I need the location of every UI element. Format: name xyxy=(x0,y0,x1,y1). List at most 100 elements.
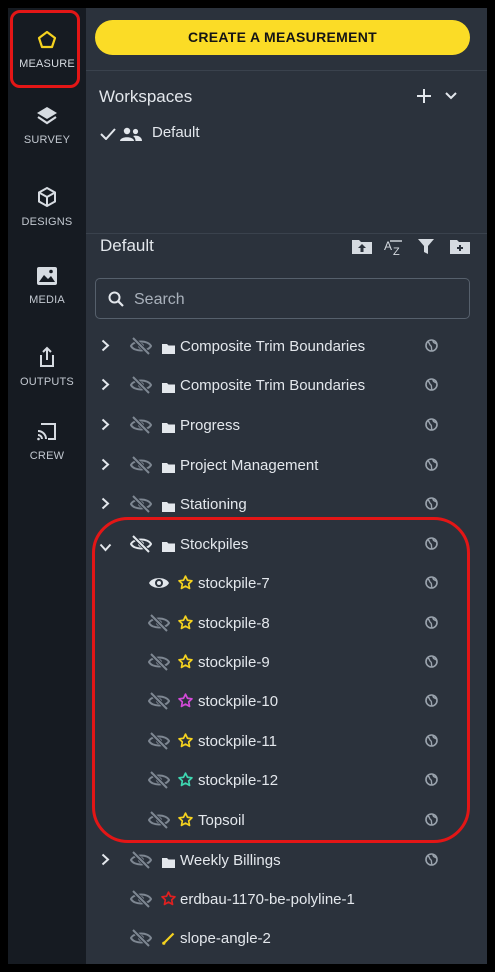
eye-off-icon[interactable] xyxy=(147,810,171,834)
eye-off-icon[interactable] xyxy=(147,770,171,794)
nav-label: MEDIA xyxy=(29,294,65,306)
eye-off-icon[interactable] xyxy=(129,928,153,952)
layer-label: slope-angle-2 xyxy=(180,930,271,947)
chevron-down-icon[interactable] xyxy=(445,92,457,100)
globe-icon[interactable] xyxy=(425,734,438,752)
eye-off-icon[interactable] xyxy=(129,375,153,399)
new-folder-icon[interactable] xyxy=(450,238,470,254)
globe-icon[interactable] xyxy=(425,773,438,791)
layer-label: stockpile-8 xyxy=(198,615,270,632)
globe-icon[interactable] xyxy=(425,537,438,555)
nav-label: SURVEY xyxy=(23,134,71,146)
layer-label: erdbau-1170-be-polyline-1 xyxy=(180,891,355,908)
workspace-name: Default xyxy=(152,124,200,141)
chevron-right-icon[interactable] xyxy=(101,418,110,436)
layer-row[interactable]: erdbau-1170-be-polyline-1 xyxy=(86,880,487,919)
slope-icon xyxy=(162,932,175,950)
filter-icon[interactable] xyxy=(418,239,434,254)
layer-row[interactable]: Stockpiles xyxy=(86,525,487,564)
globe-icon[interactable] xyxy=(425,655,438,673)
check-icon xyxy=(100,128,116,140)
pentagon-icon xyxy=(37,30,57,49)
nav-media[interactable]: MEDIA xyxy=(8,266,86,336)
layer-row[interactable]: Composite Trim Boundaries xyxy=(86,366,487,405)
workspace-item-default[interactable]: Default xyxy=(100,123,400,147)
app-frame: MEASURE SURVEY DESIGNS MEDIA OUTPUTS CRE… xyxy=(8,8,487,964)
layer-row[interactable]: stockpile-8 xyxy=(86,604,487,643)
globe-icon[interactable] xyxy=(425,616,438,634)
layer-label: Progress xyxy=(180,417,241,434)
layer-row[interactable]: stockpile-9 xyxy=(86,643,487,682)
nav-outputs[interactable]: OUTPUTS xyxy=(8,346,86,416)
nav-label: MEASURE xyxy=(19,58,75,70)
search-box xyxy=(95,278,470,320)
add-workspace-icon[interactable] xyxy=(417,89,431,103)
sort-az-icon[interactable]: AZ xyxy=(384,238,404,256)
eye-off-icon[interactable] xyxy=(129,534,153,558)
globe-icon[interactable] xyxy=(425,458,438,476)
eye-off-icon[interactable] xyxy=(129,415,153,439)
nav-crew[interactable]: CREW xyxy=(8,420,86,490)
globe-icon[interactable] xyxy=(425,694,438,712)
layer-row[interactable]: Topsoil xyxy=(86,801,487,840)
globe-icon[interactable] xyxy=(425,853,438,871)
share-icon xyxy=(40,346,54,367)
stockpile-icon xyxy=(178,575,193,595)
create-measurement-button[interactable]: CREATE A MEASUREMENT xyxy=(95,20,470,55)
layer-row[interactable]: stockpile-10 xyxy=(86,682,487,721)
folder-icon xyxy=(162,855,175,873)
layer-row[interactable]: Stationing xyxy=(86,485,487,524)
nav-rail: MEASURE SURVEY DESIGNS MEDIA OUTPUTS CRE… xyxy=(8,8,86,964)
folder-icon xyxy=(162,499,175,517)
nav-label: DESIGNS xyxy=(21,216,73,228)
layer-row[interactable]: stockpile-12 xyxy=(86,761,487,800)
layer-row[interactable]: Project Management xyxy=(86,446,487,485)
globe-icon[interactable] xyxy=(425,418,438,436)
eye-off-icon[interactable] xyxy=(129,494,153,518)
layer-row[interactable]: stockpile-7 xyxy=(86,564,487,603)
chevron-right-icon[interactable] xyxy=(101,497,110,515)
globe-icon[interactable] xyxy=(425,576,438,594)
eye-off-icon[interactable] xyxy=(147,652,171,676)
layers-icon xyxy=(37,107,57,125)
layer-row[interactable]: slope-angle-2 xyxy=(86,919,487,958)
eye-icon[interactable] xyxy=(148,574,170,597)
layer-row[interactable]: Progress xyxy=(86,406,487,445)
globe-icon[interactable] xyxy=(425,813,438,831)
stockpile-icon xyxy=(178,615,193,635)
search-input[interactable] xyxy=(132,279,456,320)
layer-label: Weekly Billings xyxy=(180,852,281,869)
nav-survey[interactable]: SURVEY xyxy=(8,106,86,176)
layer-label: Project Management xyxy=(180,457,319,474)
nav-designs[interactable]: DESIGNS xyxy=(8,186,86,256)
globe-icon[interactable] xyxy=(425,339,438,357)
polygon-icon xyxy=(161,891,176,911)
layer-row[interactable]: stockpile-11 xyxy=(86,722,487,761)
nav-measure[interactable]: MEASURE xyxy=(8,30,86,100)
stockpile-icon xyxy=(178,772,193,792)
globe-icon[interactable] xyxy=(425,378,438,396)
eye-off-icon[interactable] xyxy=(147,613,171,637)
chevron-right-icon[interactable] xyxy=(101,378,110,396)
layer-label: Composite Trim Boundaries xyxy=(180,338,366,355)
layer-row[interactable]: Composite Trim Boundaries xyxy=(86,327,487,366)
cast-icon xyxy=(37,423,56,441)
chevron-down-icon[interactable] xyxy=(99,539,112,557)
layer-label: Stationing xyxy=(180,496,247,513)
layer-label: stockpile-9 xyxy=(198,654,270,671)
eye-off-icon[interactable] xyxy=(147,731,171,755)
folder-icon xyxy=(162,460,175,478)
eye-off-icon[interactable] xyxy=(147,691,171,715)
chevron-right-icon[interactable] xyxy=(101,458,110,476)
eye-off-icon[interactable] xyxy=(129,455,153,479)
layer-row[interactable]: Weekly Billings xyxy=(86,841,487,880)
chevron-right-icon[interactable] xyxy=(101,853,110,871)
eye-off-icon[interactable] xyxy=(129,336,153,360)
globe-icon[interactable] xyxy=(425,497,438,515)
layer-label: Composite Trim Boundaries xyxy=(180,377,366,394)
chevron-right-icon[interactable] xyxy=(101,339,110,357)
eye-off-icon[interactable] xyxy=(129,889,153,913)
upload-folder-icon[interactable] xyxy=(352,238,372,254)
eye-off-icon[interactable] xyxy=(129,850,153,874)
layer-label: stockpile-7 xyxy=(198,575,270,592)
